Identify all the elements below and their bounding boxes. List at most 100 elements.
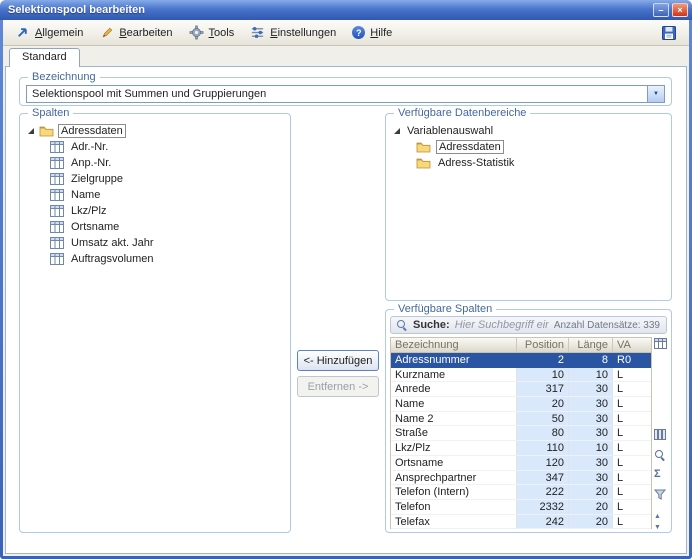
spalten-tree-item[interactable]: Name (28, 187, 286, 203)
remove-button[interactable]: Entfernen -> (297, 376, 379, 397)
table-row[interactable]: Kurzname 10 10 L (391, 367, 651, 383)
tabstrip: Standard (3, 46, 689, 67)
filter-icon[interactable] (653, 489, 667, 503)
minimize-button[interactable]: – (653, 3, 669, 17)
scroll-up-icon[interactable]: ▲ (654, 513, 661, 521)
pencil-icon (102, 27, 113, 38)
spalten-tree-item[interactable]: Auftragsvolumen (28, 251, 286, 267)
spalten-tree-item[interactable]: Umsatz akt. Jahr (28, 235, 286, 251)
cell-va: L (613, 456, 651, 471)
column-chooser-icon[interactable] (654, 338, 667, 352)
cell-laenge: 10 (569, 367, 613, 383)
table-row[interactable]: Telefax 242 20 L (391, 514, 651, 529)
table-row[interactable]: Straße 80 30 L (391, 426, 651, 442)
spalten-tree-item[interactable]: Ortsname (28, 219, 286, 235)
save-button[interactable] (654, 22, 684, 43)
tab-standard[interactable]: Standard (9, 48, 80, 67)
datenbereiche-tree-item[interactable]: Adress-Statistik (394, 155, 667, 171)
cell-laenge: 20 (569, 499, 613, 515)
search-bar[interactable]: Suche: Hier Suchbegriff eingebe Anzahl D… (390, 316, 667, 334)
spalten-tree-item[interactable]: Adr.-Nr. (28, 139, 286, 155)
toolbar-bearbeiten[interactable]: Bearbeiten (92, 22, 179, 43)
cell-bezeichnung: Lkz/Plz (391, 441, 517, 456)
table-row[interactable]: Ansprechpartner 347 30 L (391, 470, 651, 486)
bezeichnung-value: Selektionspool mit Summen und Gruppierun… (32, 88, 267, 100)
cell-position: 50 (517, 411, 569, 427)
cell-laenge: 30 (569, 397, 613, 412)
window-chrome: Allgemein Bearbeiten Tools Einstellungen… (3, 20, 689, 556)
spalten-root-label: Adressdaten (58, 123, 126, 138)
cell-bezeichnung: Ortsname (391, 455, 517, 471)
spalten-tree: Adressdaten Adr.-Nr. Anp.-Nr. Zielgruppe… (28, 122, 286, 528)
spalten-tree-root[interactable]: Adressdaten (28, 122, 286, 139)
expander-icon[interactable] (394, 127, 400, 134)
search-table-icon[interactable] (654, 449, 666, 461)
group-datenbereiche: Verfügbare Datenbereiche Variablenauswah… (385, 106, 672, 301)
table-field-icon (50, 205, 64, 217)
cell-position: 20 (517, 397, 569, 412)
scroll-down-icon[interactable]: ▼ (654, 524, 661, 532)
cell-bezeichnung: Anrede (391, 382, 517, 398)
spalten-tree-item[interactable]: Anp.-Nr. (28, 155, 286, 171)
window-title: Selektionspool bearbeiten (8, 4, 145, 16)
datenbereiche-tree: Variablenauswahl Adressdaten Adress-Stat… (394, 122, 667, 296)
spalten-tree-item[interactable]: Zielgruppe (28, 171, 286, 187)
cell-position: 242 (517, 514, 569, 529)
table-row[interactable]: Telefon (Intern) 222 20 L (391, 485, 651, 500)
table-body: Adressnummer 2 8 R0 Kurzname 10 10 L Anr… (391, 353, 651, 529)
sum-icon[interactable]: Σ (654, 469, 661, 480)
table-row[interactable]: Ortsname 120 30 L (391, 455, 651, 471)
columns-table: Bezeichnung Position Länge VA Adressnumm… (390, 337, 652, 529)
group-verfuegbare-spalten: Verfügbare Spalten Suche: Hier Suchbegri… (385, 302, 672, 533)
datenbereiche-tree-root[interactable]: Variablenauswahl (394, 122, 667, 139)
table-row[interactable]: Anrede 317 30 L (391, 382, 651, 398)
group-datenbereiche-title: Verfügbare Datenbereiche (394, 106, 531, 120)
dropdown-arrow-icon[interactable]: ▼ (647, 86, 664, 102)
bezeichnung-combobox[interactable]: Selektionspool mit Summen und Gruppierun… (26, 85, 665, 103)
toolbar-tools[interactable]: Tools (182, 22, 242, 43)
dialog-window: Selektionspool bearbeiten – × Allgemein … (0, 0, 692, 559)
datenbereiche-tree-item[interactable]: Adressdaten (394, 139, 667, 155)
table-row[interactable]: Telefon 2332 20 L (391, 499, 651, 515)
close-button[interactable]: × (672, 3, 688, 17)
spalten-tree-item[interactable]: Lkz/Plz (28, 203, 286, 219)
cell-position: 222 (517, 485, 569, 500)
cell-va: L (613, 515, 651, 529)
table-row[interactable]: Name 2 50 30 L (391, 411, 651, 427)
toolbar-hilfe-label: Hilfe (370, 26, 393, 39)
cell-va: L (613, 382, 651, 398)
expander-icon[interactable] (28, 127, 34, 134)
cell-va: L (613, 485, 651, 500)
spalten-item-label: Anp.-Nr. (71, 157, 112, 169)
cell-position: 120 (517, 455, 569, 471)
toolbar-tools-label: Tools (208, 26, 235, 39)
add-button[interactable]: <- Hinzufügen (297, 350, 379, 371)
search-input[interactable]: Hier Suchbegriff eingebe (455, 319, 549, 331)
header-position[interactable]: Position (517, 338, 569, 352)
columns-icon[interactable] (654, 429, 666, 443)
spalten-item-label: Ortsname (71, 221, 120, 233)
folder-icon (416, 142, 431, 153)
header-laenge[interactable]: Länge (569, 338, 613, 352)
cell-laenge: 20 (569, 485, 613, 500)
toolbar-hilfe[interactable]: ? Hilfe (345, 22, 399, 43)
table-field-icon (50, 141, 64, 153)
tab-page: Bezeichnung Selektionspool mit Summen un… (5, 66, 687, 554)
header-va[interactable]: VA (613, 338, 651, 352)
cell-va: L (613, 397, 651, 412)
minimize-icon: – (658, 5, 664, 15)
table-field-icon (50, 189, 64, 201)
table-row[interactable]: Adressnummer 2 8 R0 (391, 353, 651, 368)
table-row[interactable]: Lkz/Plz 110 10 L (391, 441, 651, 456)
cell-position: 2332 (517, 499, 569, 515)
cell-va: L (613, 441, 651, 456)
toolbar-allgemein[interactable]: Allgemein (8, 22, 90, 43)
header-bezeichnung[interactable]: Bezeichnung (391, 338, 517, 352)
cell-position: 80 (517, 426, 569, 442)
cell-laenge: 30 (569, 382, 613, 398)
toolbar-einstellungen[interactable]: Einstellungen (243, 22, 343, 43)
save-icon (662, 25, 676, 40)
table-row[interactable]: Name 20 30 L (391, 397, 651, 412)
cell-va: L (613, 426, 651, 442)
sliders-icon (252, 26, 264, 39)
